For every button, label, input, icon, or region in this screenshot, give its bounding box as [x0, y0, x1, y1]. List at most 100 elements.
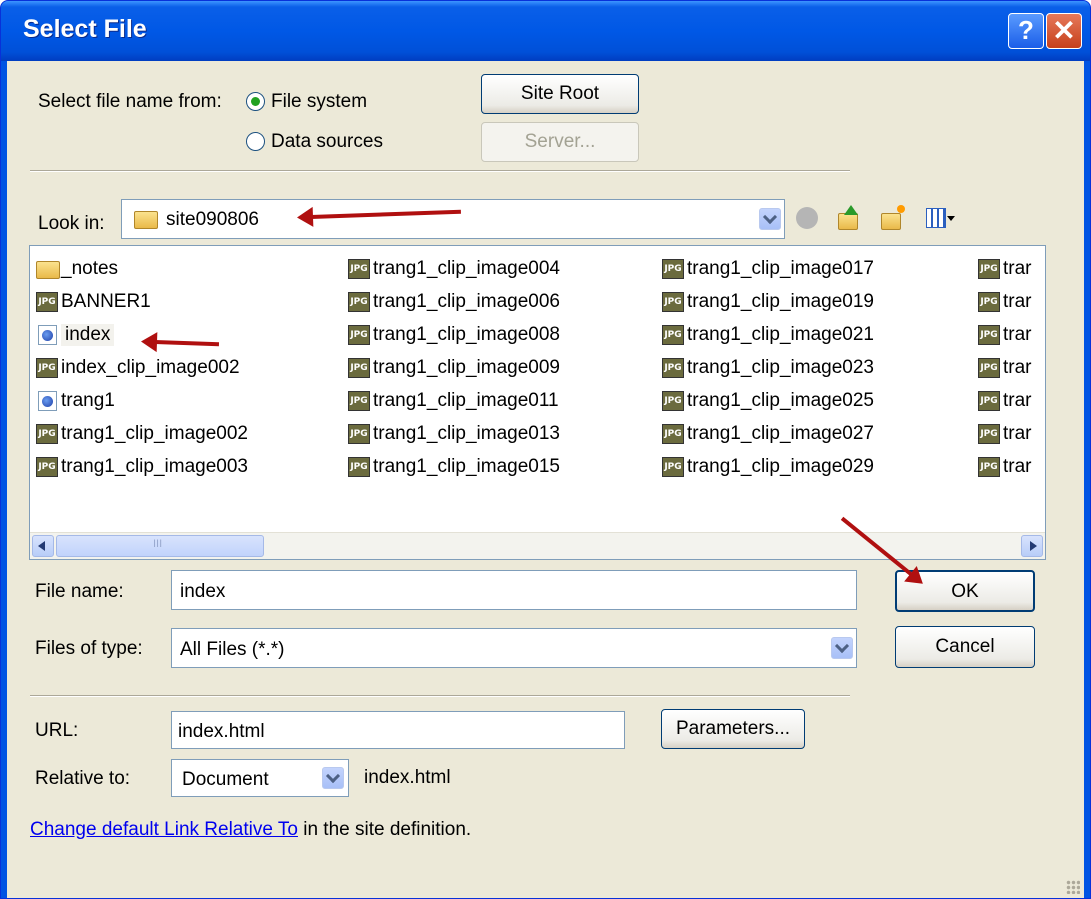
horizontal-scrollbar[interactable]: III — [30, 532, 1045, 559]
file-name-label: trar — [1003, 291, 1032, 312]
file-name-label: trang1 — [61, 390, 115, 411]
jpg-file-icon: JPG — [348, 358, 370, 378]
jpg-file-icon: JPG — [348, 457, 370, 477]
look-in-combo[interactable]: site090806 — [121, 199, 785, 239]
thumb-grip: III — [153, 538, 163, 550]
file-name-label: trang1_clip_image017 — [687, 258, 874, 279]
jpg-file-icon: JPG — [662, 424, 684, 444]
folder-icon — [134, 211, 158, 229]
html-file-icon — [38, 391, 57, 411]
up-arrow-shape — [844, 205, 858, 215]
grid-shape — [926, 208, 946, 228]
file-name-label: trar — [1003, 258, 1032, 279]
up-folder-icon[interactable] — [836, 205, 860, 231]
look-in-dropdown-button[interactable] — [759, 208, 781, 230]
radio-data-sources[interactable] — [246, 132, 265, 151]
file-name-label: trang1_clip_image011 — [373, 390, 559, 411]
file-name-label: index_clip_image002 — [61, 357, 240, 378]
file-name-label: trar — [1003, 456, 1032, 477]
back-icon[interactable] — [796, 207, 818, 229]
file-name-label: trang1_clip_image021 — [687, 324, 874, 345]
chevron-right-icon — [1030, 541, 1037, 551]
dialog-title: Select File — [23, 15, 147, 43]
relative-to-label: Relative to: — [35, 768, 131, 789]
file-name-label: trar — [1003, 423, 1032, 444]
file-name-label: trang1_clip_image013 — [373, 423, 560, 444]
chevron-down-icon — [947, 216, 955, 221]
file-name-label: trar — [1003, 390, 1032, 411]
scroll-right-button[interactable] — [1021, 535, 1043, 557]
jpg-file-icon: JPG — [662, 325, 684, 345]
close-button[interactable]: ✕ — [1046, 13, 1082, 49]
chevron-left-icon — [38, 541, 45, 551]
new-folder-icon[interactable] — [881, 205, 907, 231]
url-value: index.html — [178, 721, 265, 742]
site-root-button[interactable]: Site Root — [481, 74, 639, 114]
radio-file-system-label[interactable]: File system — [271, 91, 367, 113]
folder-shape — [881, 213, 901, 230]
jpg-file-icon: JPG — [36, 457, 58, 477]
select-file-dialog: Select File ? ✕ Select file name from: F… — [0, 0, 1091, 899]
jpg-file-icon: JPG — [978, 259, 1000, 279]
jpg-file-icon: JPG — [978, 457, 1000, 477]
relative-to-file: index.html — [364, 767, 451, 788]
jpg-file-icon: JPG — [348, 259, 370, 279]
footer-text: Change default Link Relative To in the s… — [30, 819, 471, 841]
file-name-input[interactable]: index — [171, 570, 857, 610]
jpg-file-icon: JPG — [662, 391, 684, 411]
folder-shape — [838, 213, 858, 230]
file-name-label: trang1_clip_image004 — [373, 258, 560, 279]
file-name-label: _notes — [61, 258, 119, 279]
help-button[interactable]: ? — [1008, 13, 1044, 49]
cancel-button[interactable]: Cancel — [895, 626, 1035, 668]
jpg-file-icon: JPG — [662, 259, 684, 279]
jpg-file-icon: JPG — [978, 424, 1000, 444]
title-bar[interactable]: Select File ? ✕ — [1, 1, 1090, 61]
files-of-type-select[interactable]: All Files (*.*) — [171, 628, 857, 668]
dialog-body: Select file name from: File system Data … — [7, 61, 1084, 898]
parameters-button[interactable]: Parameters... — [661, 709, 805, 749]
files-of-type-label: Files of type: — [35, 638, 143, 659]
radio-selected-dot — [251, 97, 260, 106]
jpg-file-icon: JPG — [36, 424, 58, 444]
sparkle-shape — [897, 205, 905, 213]
separator — [30, 695, 850, 697]
jpg-file-icon: JPG — [36, 358, 58, 378]
jpg-file-icon: JPG — [348, 325, 370, 345]
scroll-left-button[interactable] — [32, 535, 54, 557]
file-name-label: trang1_clip_image006 — [373, 291, 560, 312]
jpg-file-icon: JPG — [348, 424, 370, 444]
server-button[interactable]: Server... — [481, 122, 639, 162]
relative-to-select[interactable]: Document — [171, 759, 349, 797]
resize-grip[interactable] — [1066, 880, 1080, 894]
folder-icon — [36, 261, 60, 279]
change-default-link[interactable]: Change default Link Relative To — [30, 819, 298, 840]
jpg-file-icon: JPG — [662, 457, 684, 477]
radio-file-system[interactable] — [246, 92, 265, 111]
file-name-label: index — [61, 324, 115, 346]
view-menu-icon[interactable] — [926, 206, 955, 230]
file-name-label: File name: — [35, 581, 124, 602]
file-name-label: trang1_clip_image023 — [687, 357, 874, 378]
url-input[interactable]: index.html — [171, 711, 625, 749]
file-name-label: trang1_clip_image025 — [687, 390, 874, 411]
file-name-label: trar — [1003, 357, 1032, 378]
file-name-label: trang1_clip_image019 — [687, 291, 874, 312]
file-name-label: BANNER1 — [61, 291, 151, 312]
scroll-thumb[interactable]: III — [56, 535, 264, 557]
source-label: Select file name from: — [38, 91, 222, 112]
file-list[interactable]: _notes JPG BANNER1 index JPG index_clip_image… — [29, 245, 1046, 560]
jpg-file-icon: JPG — [348, 292, 370, 312]
look-in-value: site090806 — [166, 209, 259, 230]
relative-to-dropdown-button[interactable] — [322, 767, 344, 789]
jpg-file-icon: JPG — [348, 391, 370, 411]
jpg-file-icon: JPG — [978, 391, 1000, 411]
relative-to-value: Document — [182, 769, 269, 790]
radio-data-sources-label[interactable]: Data sources — [271, 131, 383, 153]
look-in-label: Look in: — [38, 213, 105, 234]
file-name-label: trar — [1003, 324, 1032, 345]
globe-shape — [42, 330, 53, 341]
files-of-type-dropdown-button[interactable] — [831, 637, 853, 659]
files-of-type-value: All Files (*.*) — [180, 639, 285, 660]
jpg-file-icon: JPG — [978, 325, 1000, 345]
